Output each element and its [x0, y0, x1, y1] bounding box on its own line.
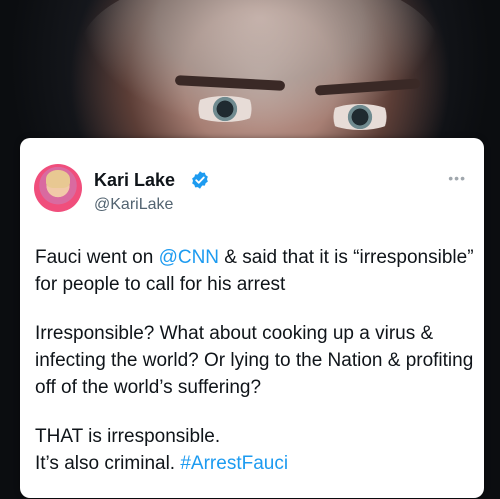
tweet-text: THAT is irresponsible.: [35, 426, 221, 447]
tweet-text: Fauci went on: [35, 247, 159, 268]
photo-left-eye: [190, 96, 260, 122]
photo-right-eye: [325, 104, 395, 130]
verified-badge-icon: [192, 171, 208, 189]
author-name[interactable]: Kari Lake: [94, 170, 175, 191]
more-horizontal-icon[interactable]: •••: [448, 170, 466, 186]
tweet-paragraph-1: Fauci went on @CNN & said that it is “ir…: [35, 244, 475, 298]
author-handle[interactable]: @KariLake: [94, 196, 173, 214]
tweet-paragraph-3: THAT is irresponsible. It’s also criminal…: [35, 423, 475, 477]
mention-link[interactable]: @CNN: [159, 247, 219, 268]
tweet-card: Kari Lake @KariLake ••• Fauci went on @C…: [20, 138, 484, 498]
tweet-body: Fauci went on @CNN & said that it is “ir…: [35, 244, 475, 499]
hashtag-link[interactable]: #ArrestFauci: [180, 453, 288, 474]
avatar[interactable]: [34, 164, 82, 212]
tweet-text: It’s also criminal.: [35, 453, 181, 474]
tweet-paragraph-2: Irresponsible? What about cooking up a v…: [35, 323, 474, 398]
